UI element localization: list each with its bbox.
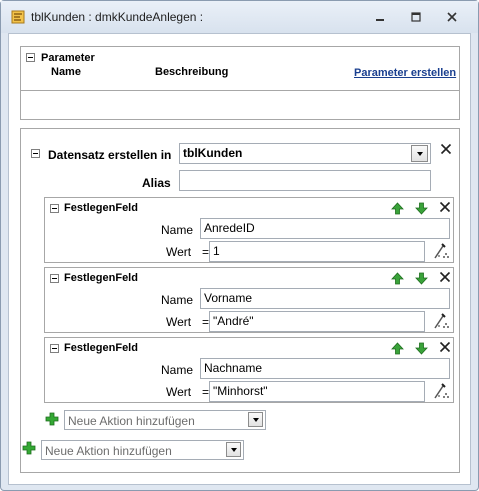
add-action-icon[interactable]: [45, 412, 59, 426]
set-field-name-label: Name: [161, 293, 194, 307]
add-action-select-outer[interactable]: Neue Aktion hinzufügen: [41, 440, 244, 460]
table-select[interactable]: tblKunden: [179, 143, 431, 164]
create-record-panel: Datensatz erstellen in tblKunden Alias F…: [20, 128, 460, 473]
remove-set-field-close-x-icon[interactable]: [439, 201, 451, 213]
remove-set-field-close-x-icon[interactable]: [439, 271, 451, 283]
title-bar: tblKunden : dmkKundeAnlegen :: [1, 1, 478, 33]
close-window-button[interactable]: [443, 9, 461, 25]
expression-builder-icon[interactable]: [433, 312, 451, 330]
macro-designer: Parameter Name Beschreibung Parameter er…: [8, 33, 471, 485]
app-icon: [11, 10, 25, 24]
expression-builder-icon[interactable]: [433, 382, 451, 400]
expression-builder-icon[interactable]: [433, 242, 451, 260]
parameter-heading: Parameter: [41, 52, 95, 64]
add-action-icon[interactable]: [22, 441, 36, 455]
set-field-collapse-icon[interactable]: [50, 204, 59, 213]
set-field-name-input[interactable]: Nachname: [200, 358, 450, 379]
create-record-collapse-icon[interactable]: [31, 149, 40, 158]
close-icon: [447, 12, 457, 22]
set-field-heading: FestlegenFeld: [64, 342, 138, 354]
remove-action-close-x-icon[interactable]: [440, 143, 452, 155]
move-up-icon[interactable]: [391, 202, 404, 215]
add-action-dropdown-icon[interactable]: [248, 412, 263, 427]
minimize-icon: [376, 19, 384, 21]
minimize-button[interactable]: [371, 9, 389, 25]
set-field-name-label: Name: [161, 223, 194, 237]
set-field-eq: =: [202, 385, 210, 399]
restore-button[interactable]: [407, 9, 425, 25]
set-field-name-label: Name: [161, 363, 194, 377]
set-field-heading: FestlegenFeld: [64, 272, 138, 284]
parameter-panel: Parameter Name Beschreibung Parameter er…: [20, 46, 460, 120]
parameter-col-description: Beschreibung: [155, 66, 229, 78]
alias-label: Alias: [142, 176, 171, 190]
set-field-value-label: Wert: [166, 245, 192, 259]
set-field-value-input[interactable]: "Minhorst": [209, 381, 425, 402]
remove-set-field-close-x-icon[interactable]: [439, 341, 451, 353]
set-field-name-input[interactable]: Vorname: [200, 288, 450, 309]
macro-window: tblKunden : dmkKundeAnlegen : Parameter …: [0, 0, 479, 491]
set-field-value-label: Wert: [166, 385, 192, 399]
parameter-collapse-icon[interactable]: [26, 53, 35, 62]
set-field-block: FestlegenFeld Name Nachname Wert = "Minh…: [44, 337, 454, 403]
create-record-label: Datensatz erstellen in: [48, 148, 172, 162]
set-field-eq: =: [202, 245, 210, 259]
add-action-outer-dropdown-icon[interactable]: [226, 442, 241, 457]
set-field-block: FestlegenFeld Name AnredeID Wert = 1: [44, 197, 454, 263]
set-field-heading: FestlegenFeld: [64, 202, 138, 214]
window-title: tblKunden : dmkKundeAnlegen :: [31, 10, 204, 24]
parameter-header: Parameter Name Beschreibung Parameter er…: [21, 47, 459, 91]
set-field-value-input[interactable]: 1: [209, 241, 425, 262]
set-field-eq: =: [202, 315, 210, 329]
create-parameter-link[interactable]: Parameter erstellen: [354, 67, 456, 79]
set-field-block: FestlegenFeld Name Vorname Wert = "André…: [44, 267, 454, 333]
alias-input[interactable]: [179, 170, 431, 191]
set-field-collapse-icon[interactable]: [50, 274, 59, 283]
set-field-value-input[interactable]: "André": [209, 311, 425, 332]
set-field-value-label: Wert: [166, 315, 192, 329]
move-down-icon[interactable]: [415, 342, 428, 355]
parameter-col-name: Name: [51, 66, 81, 78]
set-field-collapse-icon[interactable]: [50, 344, 59, 353]
set-field-name-input[interactable]: AnredeID: [200, 218, 450, 239]
add-action-select[interactable]: Neue Aktion hinzufügen: [64, 410, 266, 430]
restore-icon: [411, 12, 421, 22]
move-up-icon[interactable]: [391, 342, 404, 355]
table-select-dropdown-icon[interactable]: [411, 145, 428, 162]
move-up-icon[interactable]: [391, 272, 404, 285]
move-down-icon[interactable]: [415, 272, 428, 285]
move-down-icon[interactable]: [415, 202, 428, 215]
